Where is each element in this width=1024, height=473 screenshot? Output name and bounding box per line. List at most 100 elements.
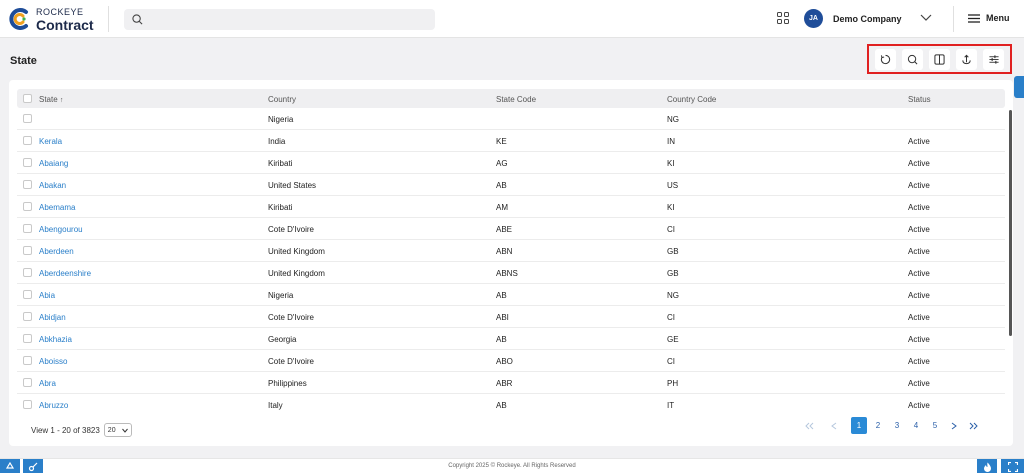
state-table-panel: State ↑ Country State Code Country Code … [9,80,1013,446]
cell-country-code: KI [667,203,675,212]
table-row[interactable]: Abidjan Cote D'Ivoire ABI CI Active [17,306,1005,328]
cell-state-code: ABNS [496,269,518,278]
cell-state[interactable]: Abra [39,379,56,388]
flame-button[interactable] [977,459,997,473]
cell-state[interactable]: Aberdeenshire [39,269,91,278]
menu-label: Menu [986,13,1010,23]
cell-state[interactable]: Abakan [39,181,66,190]
column-header-state[interactable]: State ↑ [39,95,63,104]
row-checkbox[interactable] [23,356,32,365]
row-checkbox[interactable] [23,246,32,255]
cell-state[interactable]: Aberdeen [39,247,74,256]
cell-state[interactable]: Abruzzo [39,401,68,410]
cell-state[interactable]: Kerala [39,137,62,146]
table-row[interactable]: Abruzzo Italy AB IT Active [17,394,1005,412]
row-checkbox[interactable] [23,114,32,123]
search-button[interactable] [902,48,923,70]
table-row[interactable]: Abra Philippines ABR PH Active [17,372,1005,394]
table-row[interactable]: Abengourou Cote D'Ivoire ABE CI Active [17,218,1005,240]
table-row[interactable]: Abakan United States AB US Active [17,174,1005,196]
cell-state[interactable]: Abaiang [39,159,68,168]
table-row[interactable]: Abaiang Kiribati AG KI Active [17,152,1005,174]
per-page-select[interactable]: 20 [103,423,132,437]
table-row[interactable]: Abemama Kiribati AM KI Active [17,196,1005,218]
per-page-value: 20 [107,426,116,434]
side-panel-tab[interactable] [1014,76,1024,98]
row-checkbox[interactable] [23,378,32,387]
table-row[interactable]: Abkhazia Georgia AB GE Active [17,328,1005,350]
cell-state-code: AB [496,291,507,300]
company-selector[interactable]: Demo Company [833,14,902,24]
row-checkbox[interactable] [23,400,32,409]
column-header-state-label: State [39,95,58,104]
row-checkbox[interactable] [23,180,32,189]
header-divider [108,6,109,32]
cell-state-code: ABR [496,379,513,388]
column-header-country-code[interactable]: Country Code [667,95,716,104]
cell-country: Italy [268,401,283,410]
page-4-button[interactable]: 4 [908,417,924,434]
flame-icon [983,462,991,472]
table-row[interactable]: Aberdeen United Kingdom ABN GB Active [17,240,1005,262]
column-header-status[interactable]: Status [908,95,931,104]
first-page-button[interactable] [801,417,817,434]
row-checkbox[interactable] [23,290,32,299]
row-checkbox[interactable] [23,312,32,321]
menu-button[interactable]: Menu [968,13,1010,23]
cell-state[interactable]: Abengourou [39,225,83,234]
cell-status: Active [908,291,930,300]
export-button[interactable] [956,48,977,70]
page-title: State [10,55,37,67]
prev-page-button[interactable] [826,417,842,434]
cell-country: Nigeria [268,291,294,300]
page-3-button[interactable]: 3 [889,417,905,434]
cell-country-code: KI [667,159,675,168]
row-checkbox[interactable] [23,202,32,211]
cell-country: India [268,137,286,146]
cell-country: United Kingdom [268,269,325,278]
cell-state[interactable]: Abidjan [39,313,66,322]
fullscreen-button[interactable] [1001,459,1024,473]
refresh-button[interactable] [875,48,896,70]
cell-state-code: ABN [496,247,513,256]
table-scrollbar[interactable] [1009,110,1012,336]
table-row[interactable]: Nigeria NG [17,108,1005,130]
apps-grid-icon[interactable] [777,12,789,24]
chevron-down-icon[interactable] [920,13,932,23]
cell-country: Nigeria [268,115,294,124]
cell-status: Active [908,357,930,366]
table-row[interactable]: Aberdeenshire United Kingdom ABNS GB Active [17,262,1005,284]
page-2-button[interactable]: 2 [870,417,886,434]
view-range-text: View 1 - 20 of 3823 [31,425,100,435]
table-row[interactable]: Aboisso Cote D'Ivoire ABO CI Active [17,350,1005,372]
table-row[interactable]: Abia Nigeria AB NG Active [17,284,1005,306]
cell-state[interactable]: Abia [39,291,55,300]
table-row[interactable]: Kerala India KE IN Active [17,130,1005,152]
chevron-right-icon [951,422,957,429]
column-header-state-code[interactable]: State Code [496,95,536,104]
cell-state[interactable]: Aboisso [39,357,67,366]
search-input[interactable] [124,9,435,30]
row-checkbox[interactable] [23,268,32,277]
columns-button[interactable] [929,48,950,70]
row-checkbox[interactable] [23,158,32,167]
select-all-checkbox[interactable] [23,94,32,103]
column-header-country[interactable]: Country [268,95,296,104]
avatar[interactable]: JA [804,9,823,28]
cell-country-code: GE [667,335,679,344]
cell-state[interactable]: Abemama [39,203,75,212]
sort-asc-icon: ↑ [59,97,64,104]
cell-state[interactable]: Abkhazia [39,335,72,344]
row-checkbox[interactable] [23,224,32,233]
next-page-button[interactable] [946,417,962,434]
row-checkbox[interactable] [23,136,32,145]
last-page-button[interactable] [965,417,981,434]
refresh-icon [880,54,891,64]
cell-status: Active [908,335,930,344]
page-1-button[interactable]: 1 [851,417,867,434]
page-5-button[interactable]: 5 [927,417,943,434]
filter-settings-button[interactable] [983,48,1004,70]
cell-state-code: AG [496,159,508,168]
cell-state-code: ABO [496,357,513,366]
row-checkbox[interactable] [23,334,32,343]
